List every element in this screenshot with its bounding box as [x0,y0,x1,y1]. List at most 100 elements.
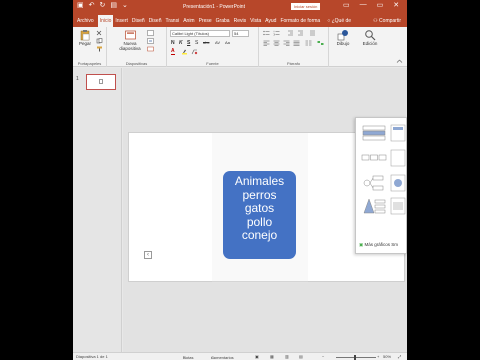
title-bar: ▣ ↶ ↻ ▤ ⌄ Presentación1 - PowerPoint Ini… [73,0,407,13]
restore-button[interactable]: ▭ [377,1,384,9]
customize-toolbar-icon[interactable]: ⌄ [122,2,128,10]
paste-button[interactable]: Pegar [76,29,94,46]
group-label-paragraph: Párrafo [286,61,301,66]
tab-transitions[interactable]: Transi [163,15,181,27]
tell-me-box[interactable]: ○ ¿Qué de [325,15,353,27]
layout-option-radial[interactable] [389,173,407,193]
zoom-in-icon[interactable]: + [377,354,379,359]
tab-slideshow[interactable]: Prese [197,15,214,27]
bold-button[interactable]: N [171,40,175,46]
collapse-ribbon-icon[interactable] [396,58,403,64]
change-case-button[interactable]: Aa [225,40,230,45]
redo-icon[interactable]: ↻ [100,2,106,10]
text-direction-icon[interactable] [309,30,316,36]
slideshow-view-icon[interactable]: ▤ [299,354,303,359]
bullets-icon[interactable] [263,30,270,36]
new-slide-icon [124,30,136,40]
layout-option-list[interactable] [361,123,387,143]
smartart-line-2: perros [242,187,277,202]
font-size-box[interactable]: 54 [232,30,249,37]
clipboard-icon [80,30,90,41]
tab-view[interactable]: Vista [248,15,263,27]
share-button[interactable]: ⚇ Compartir [371,15,403,27]
tab-home[interactable]: Inicio [97,15,114,27]
group-label-clipboard: Portapapeles [77,61,102,66]
tab-insert[interactable]: Insert [113,15,130,27]
italic-button[interactable]: K [179,40,183,46]
ribbon-display-icon[interactable]: ▭ [343,1,350,9]
copy-icon[interactable] [96,38,103,44]
tab-record[interactable]: Graba [214,15,232,27]
layout-option-vertical[interactable] [389,123,407,143]
zoom-out-icon[interactable]: − [322,354,324,359]
sign-in-button[interactable]: Iniciar sesión [291,3,321,10]
lightbulb-icon: ○ [327,18,331,24]
ribbon-tabs: Archivo Inicio Insert Diseñ Diseñ Transi… [73,13,407,27]
layout-icon[interactable] [147,30,154,36]
smartart-layout-gallery: ▣ Más gráficos Sm [355,117,407,254]
slide-thumbnail[interactable] [86,74,116,90]
layout-option-matrix[interactable] [389,196,407,216]
align-center-icon[interactable] [273,40,280,46]
increase-indent-icon[interactable] [297,30,304,36]
section-icon[interactable] [147,46,154,52]
tab-file[interactable]: Archivo [73,15,98,27]
font-color-button[interactable]: A [171,49,175,55]
smartart-convert-icon[interactable] [317,40,324,46]
more-smartart-graphics[interactable]: ▣ Más gráficos Sm [359,242,398,248]
undo-icon[interactable]: ↶ [89,2,95,10]
justify-icon[interactable] [293,40,300,46]
fit-slide-icon[interactable]: ⤢ [398,354,401,359]
highlight-icon[interactable] [181,49,188,55]
drawing-button[interactable]: Dibujo [332,29,354,46]
group-editing: Edición [356,27,384,67]
underline-button[interactable]: S [187,40,190,46]
align-left-icon[interactable] [263,40,270,46]
editing-button[interactable]: Edición [358,29,382,46]
smartart-icon: ▣ [359,242,364,247]
smartart-line-5: conejo [241,228,278,242]
layout-option-pyramid[interactable] [361,196,387,216]
minimize-button[interactable]: — [360,1,367,9]
status-bar: Diapositiva 1 de 1 ≡ Notas ▭ Comentarios… [73,352,407,360]
decrease-indent-icon[interactable] [287,30,294,36]
group-paragraph: Párrafo [259,27,329,67]
align-right-icon[interactable] [283,40,290,46]
numbering-icon[interactable] [273,30,280,36]
zoom-level[interactable]: 50% [383,354,391,359]
save-icon[interactable]: ▣ [77,2,84,10]
tab-draw[interactable]: Diseñ [130,15,147,27]
tab-help[interactable]: Ayud [263,15,278,27]
columns-icon[interactable] [305,40,312,46]
clear-formatting-icon[interactable] [191,49,198,55]
shadow-button[interactable]: S [195,40,198,46]
tab-design[interactable]: Diseñ [147,15,164,27]
normal-view-icon[interactable]: ▣ [255,354,259,359]
reset-slide-icon[interactable] [147,38,154,44]
new-slide-button[interactable]: Nueva diapositiva [116,29,144,51]
layout-option-cycle[interactable] [389,148,407,168]
smartart-line-4: pollo [246,214,273,229]
strikethrough-button[interactable]: abc [203,40,209,45]
layout-option-hierarchy[interactable] [361,173,387,193]
layout-option-process[interactable] [361,148,387,168]
slide-sorter-icon[interactable]: ▦ [270,354,274,359]
smartart-shape[interactable]: Animales perros gatos pollo conejo [223,171,296,259]
group-slides: Nueva diapositiva Diapositivas [107,27,167,67]
cut-icon[interactable] [96,30,103,36]
smartart-text-pane-handle[interactable]: ‹ [144,251,152,259]
tab-review[interactable]: Revis [232,15,249,27]
start-presentation-icon[interactable]: ▤ [110,2,117,10]
window-controls: ▭ — ▭ ✕ [343,1,399,9]
zoom-slider[interactable] [336,357,376,358]
tab-animations[interactable]: Anim [181,15,196,27]
reading-view-icon[interactable]: ▥ [285,354,289,359]
tab-shape-format[interactable]: Formato de forma [278,15,322,27]
zoom-slider-knob[interactable] [354,355,356,360]
close-button[interactable]: ✕ [393,1,399,9]
smartart-line-3: gatos [244,201,275,215]
font-name-box[interactable]: Calibri Light (Títulos) [170,30,230,37]
format-painter-icon[interactable] [96,46,103,52]
group-clipboard: Pegar Portapapeles [73,27,107,67]
character-spacing-button[interactable]: AV [215,40,220,45]
